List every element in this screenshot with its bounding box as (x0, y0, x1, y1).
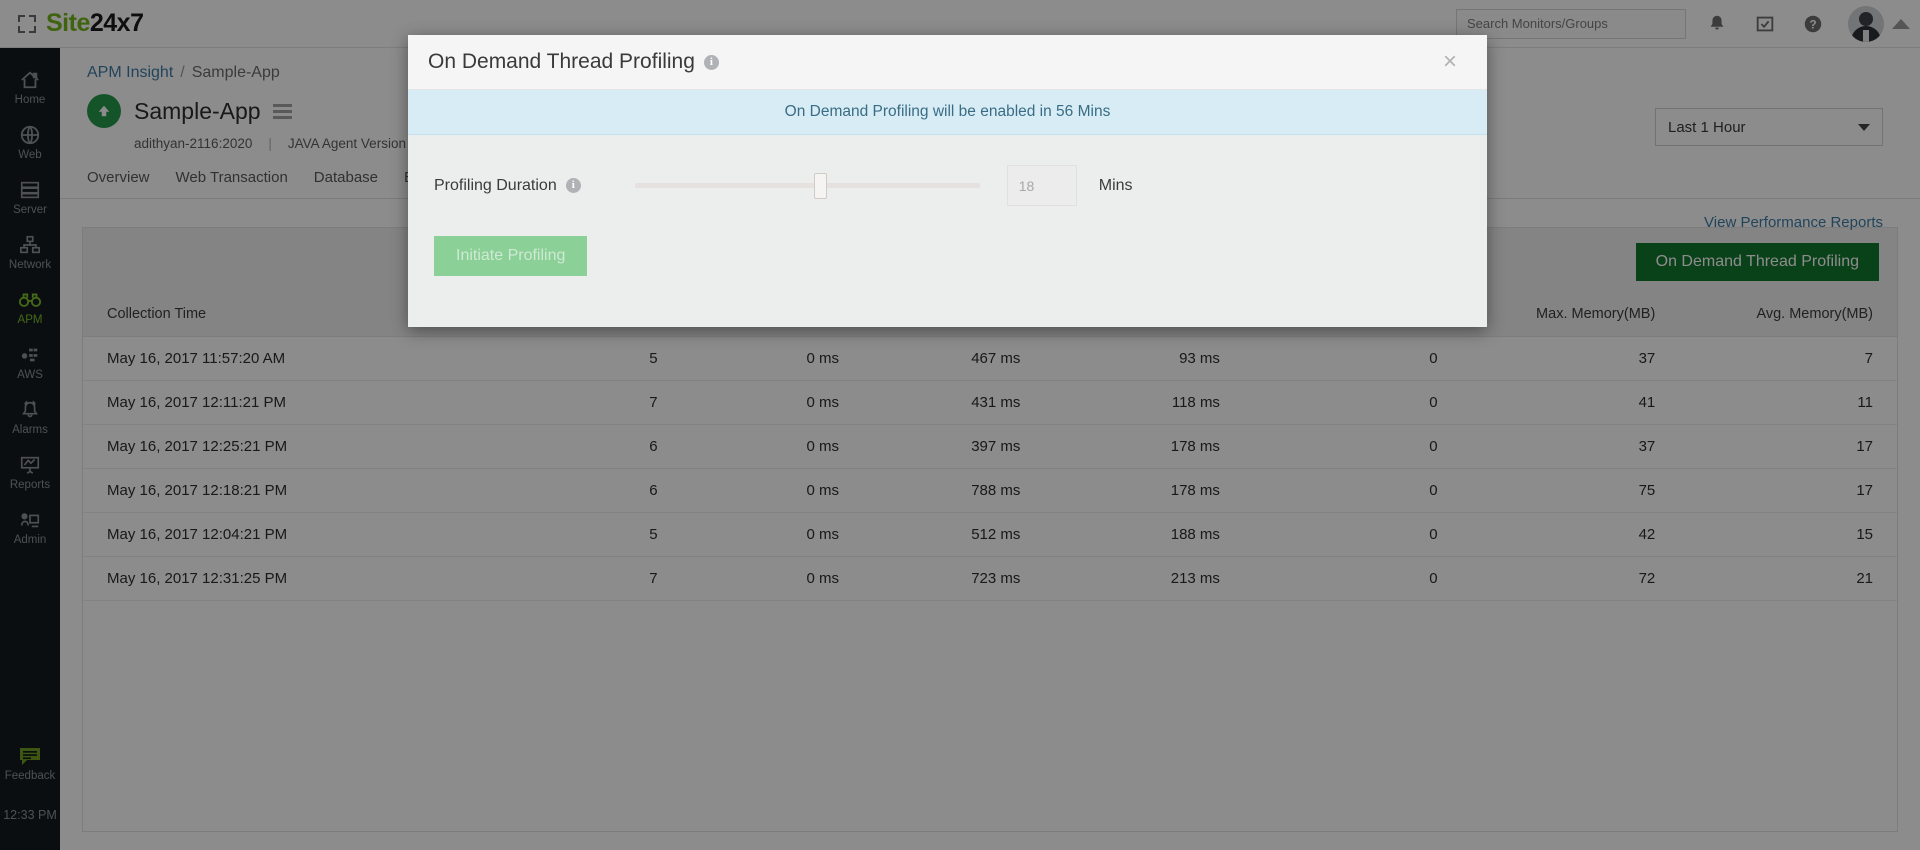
screen: Site24x7 (0, 0, 1920, 850)
profiling-duration-input[interactable] (1007, 165, 1077, 206)
profiling-duration-label: Profiling Duration i (434, 177, 581, 195)
dialog-body: Profiling Duration i Mins Initiate Profi… (408, 135, 1487, 276)
info-icon[interactable]: i (566, 178, 581, 193)
initiate-profiling-button[interactable]: Initiate Profiling (434, 236, 587, 276)
on-demand-thread-profiling-dialog: On Demand Thread Profiling i × On Demand… (408, 35, 1487, 327)
duration-label-text: Profiling Duration (434, 177, 557, 195)
profiling-duration-slider[interactable] (635, 173, 980, 199)
slider-track (635, 183, 980, 188)
dialog-header: On Demand Thread Profiling i × (408, 35, 1487, 90)
dialog-notice-banner: On Demand Profiling will be enabled in 5… (408, 90, 1487, 135)
info-icon[interactable]: i (704, 55, 719, 70)
profiling-duration-row: Profiling Duration i Mins (434, 165, 1461, 206)
notice-text: On Demand Profiling will be enabled in 5… (785, 103, 1111, 121)
dialog-title: On Demand Thread Profiling (428, 50, 695, 74)
slider-handle[interactable] (814, 173, 827, 199)
close-icon[interactable]: × (1437, 48, 1463, 76)
duration-unit-label: Mins (1099, 177, 1133, 195)
